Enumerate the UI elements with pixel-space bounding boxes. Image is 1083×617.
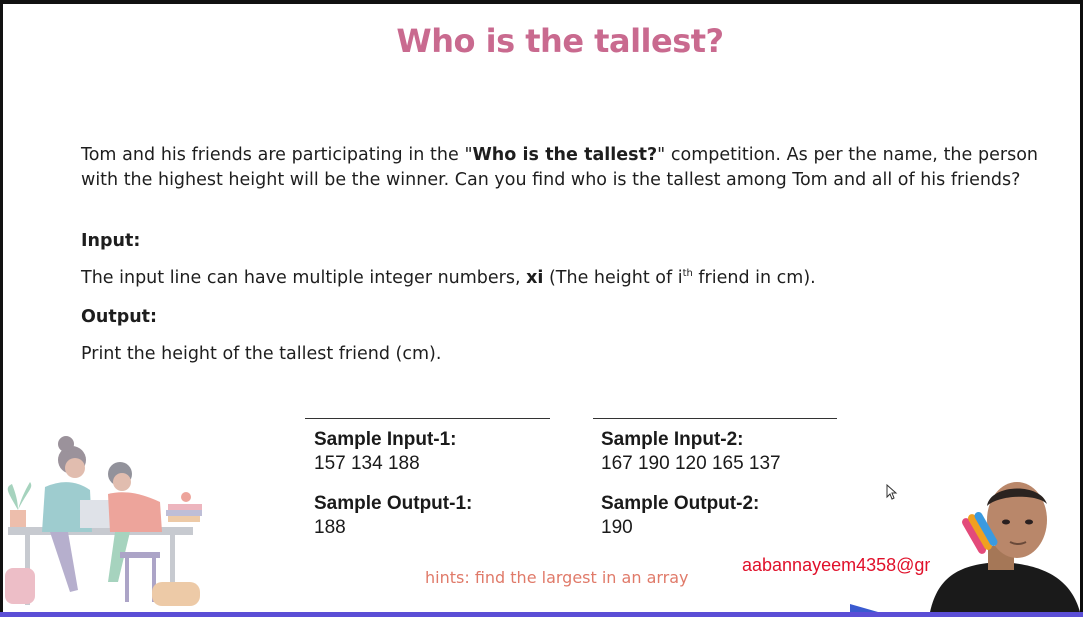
input-text-sup: th bbox=[682, 268, 693, 280]
input-text-post: friend in cm). bbox=[692, 268, 816, 288]
sample-1-divider bbox=[305, 418, 550, 419]
sample-input-2-label: Sample Input-2: bbox=[601, 429, 744, 450]
input-description: The input line can have multiple integer… bbox=[81, 268, 816, 288]
description-bold: Who is the tallest? bbox=[472, 145, 658, 165]
output-description: Print the height of the tallest friend (… bbox=[81, 344, 442, 364]
sample-output-2-label: Sample Output-2: bbox=[601, 493, 760, 514]
sample-2-block: Sample Input-2: 167 190 120 165 137 Samp… bbox=[601, 429, 781, 539]
input-text-mid: (The height of i bbox=[543, 268, 683, 288]
input-text-bold: xi bbox=[526, 268, 544, 288]
sample-input-1-label: Sample Input-1: bbox=[314, 429, 457, 450]
sample-output-1-value: 188 bbox=[314, 517, 346, 538]
slide-corner-marker bbox=[850, 604, 878, 612]
input-heading: Input: bbox=[81, 231, 141, 251]
sample-output-1-label: Sample Output-1: bbox=[314, 493, 473, 514]
description-pre: Tom and his friends are participating in… bbox=[81, 145, 473, 165]
mouse-pointer-icon bbox=[886, 484, 898, 500]
output-heading: Output: bbox=[81, 307, 158, 327]
problem-description: Tom and his friends are participating in… bbox=[81, 143, 1038, 192]
sample-input-2-value: 167 190 120 165 137 bbox=[601, 453, 781, 474]
slide-title: Who is the tallest? bbox=[396, 22, 724, 60]
sample-input-1-value: 157 134 188 bbox=[314, 453, 420, 474]
students-studying-illustration bbox=[5, 436, 202, 606]
sample-output-2-value: 190 bbox=[601, 517, 633, 538]
sample-1-block: Sample Input-1: 157 134 188 Sample Outpu… bbox=[314, 429, 472, 539]
input-text-pre: The input line can have multiple integer… bbox=[81, 268, 527, 288]
sample-2-divider bbox=[593, 418, 837, 419]
bottom-bar bbox=[0, 612, 1083, 617]
presenter-webcam bbox=[930, 476, 1080, 612]
hint-text: hints: find the largest in an array bbox=[425, 568, 689, 587]
window-frame-top bbox=[0, 0, 1083, 4]
